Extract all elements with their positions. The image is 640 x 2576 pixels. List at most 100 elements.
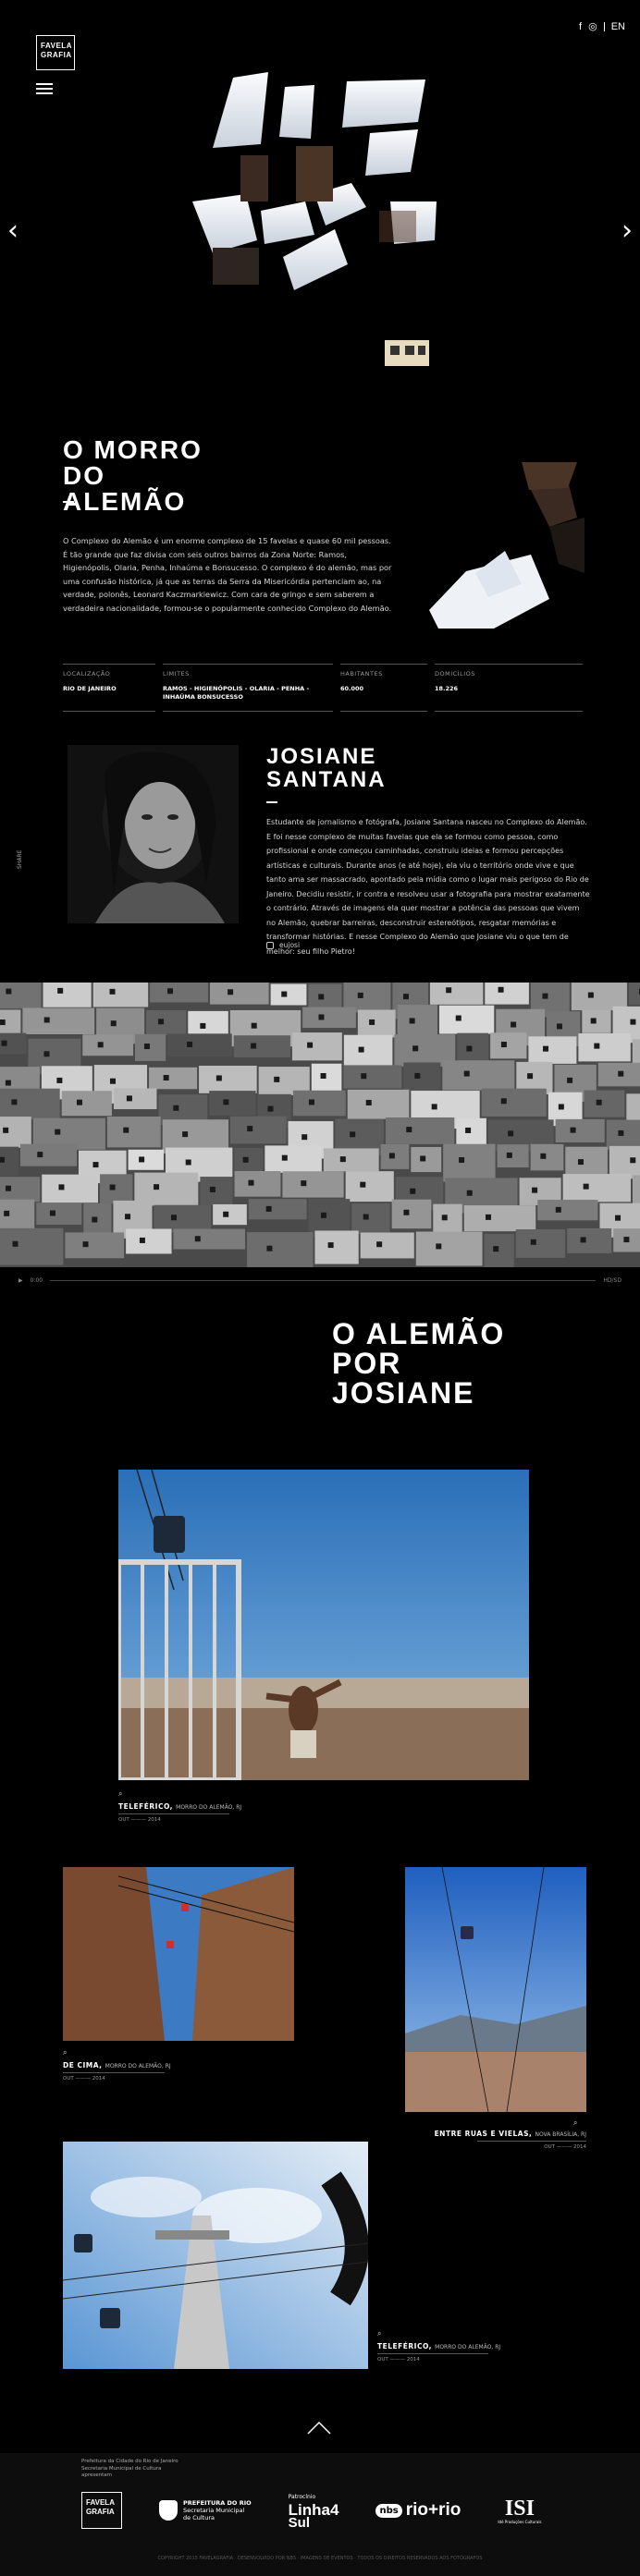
prefeitura-logo[interactable]: PREFEITURA DO RIO Secretaria Municipal d…	[159, 2499, 252, 2521]
zoom-icon[interactable]: ⌕	[118, 1789, 122, 1799]
gallery-photo-1[interactable]	[118, 1470, 529, 1780]
nbs-riorio-logo[interactable]: nbs rio+rio	[375, 2500, 461, 2521]
photographer-portrait	[68, 745, 239, 923]
favela-panorama-video[interactable]	[0, 983, 640, 1267]
sponsor-text: Secretaria Municipal	[183, 2507, 245, 2514]
section-title-morro: O MORRO DO ALEMÃO	[63, 437, 203, 515]
caption-place: MORRO DO ALEMÃO, RJ	[176, 1804, 242, 1811]
zoom-icon[interactable]: ⌕	[63, 2048, 67, 2057]
fact-label: DOMICÍLIOS	[435, 670, 475, 678]
title-line: JOSIANE	[332, 1376, 475, 1410]
sponsor-text: Sul	[288, 2515, 310, 2531]
language-toggle[interactable]: EN	[611, 21, 625, 32]
fact-label: LOCALIZAÇÃO	[63, 670, 111, 678]
footer-favelagrafia-logo[interactable]: FAVELA GRAFIA	[81, 2492, 122, 2529]
title-line: O MORRO	[63, 435, 203, 464]
logo-line2: GRAFIA	[41, 51, 72, 59]
caption-date: OUT ——— 2014	[118, 1817, 161, 1823]
sponsor-text: PREFEITURA DO RIO	[183, 2499, 252, 2507]
title-dash	[63, 501, 74, 503]
caption-place: NOVA BRASÍLIA, RJ	[535, 2131, 586, 2138]
fact-households: DOMICÍLIOS 18.226	[435, 664, 583, 712]
photographer-name: JOSIANE SANTANA	[266, 745, 387, 791]
logo-line1: FAVELA	[86, 2498, 115, 2507]
credit-line: apresentam	[81, 2472, 113, 2478]
title-line: ALEMÃO	[63, 487, 187, 516]
site-logo[interactable]: FAVELA GRAFIA	[36, 35, 75, 70]
play-icon[interactable]: ▶	[18, 1277, 23, 1284]
fact-location: LOCALIZAÇÃO RIO DE JANEIRO	[63, 664, 155, 712]
caption-date: OUT ——— 2014	[544, 2144, 586, 2150]
fact-label: HABITANTES	[340, 670, 383, 678]
photo-caption: ENTRE RUAS E VIELAS, NOVA BRASÍLIA, RJ	[435, 2130, 586, 2138]
morro-description: O Complexo do Alemão é um enorme complex…	[63, 536, 392, 613]
photo-caption: TELEFÉRICO, MORRO DO ALEMÃO, RJ	[118, 1802, 241, 1811]
video-controls: ▶ 0:00 HD/SD	[0, 1274, 640, 1287]
instagram-handle: eujosi	[279, 941, 301, 949]
caption-date: OUT ——— 2014	[63, 2076, 105, 2082]
title-line: O ALEMÃO	[332, 1317, 506, 1350]
sponsor-text: ISI	[504, 2496, 535, 2521]
photographer-bio: Estudante de jornalismo e fotógrafa, Jos…	[266, 818, 590, 956]
credit-line: Secretaria Municipal de Cultura	[81, 2465, 162, 2472]
back-to-top-icon[interactable]	[307, 2422, 331, 2435]
caption-title: ENTRE RUAS E VIELAS,	[434, 2130, 533, 2138]
name-line: SANTANA	[266, 767, 387, 792]
sponsor-text: nbs	[375, 2503, 402, 2518]
caption-place: MORRO DO ALEMÃO, RJ	[105, 2063, 171, 2069]
caption-date: OUT ——— 2014	[377, 2357, 420, 2362]
fact-value: 60.000	[340, 685, 364, 692]
caption-line	[63, 2072, 165, 2073]
title-line: DO	[63, 461, 105, 490]
fact-limits: LIMITES RAMOS - HIGIENÓPOLIS - OLARIA - …	[163, 664, 333, 712]
social-links: f ◎ EN	[579, 20, 625, 33]
fact-value: 18.226	[435, 685, 459, 692]
credit-line: Prefeitura da Cidade do Rio de Janeiro	[81, 2459, 178, 2464]
caption-title: TELEFÉRICO,	[377, 2342, 433, 2350]
caption-place: MORRO DO ALEMÃO, RJ	[435, 2344, 501, 2350]
gallery-photo-2[interactable]	[63, 1867, 294, 2041]
footer-credits: Prefeitura da Cidade do Rio de Janeiro S…	[81, 2459, 178, 2480]
instagram-icon[interactable]: ◎	[588, 20, 597, 32]
linha4-logo[interactable]: Patrocínio Linha4 Sul	[289, 2491, 339, 2530]
quality-toggle[interactable]: HD/SD	[603, 1277, 622, 1284]
isi-logo[interactable]: ISI Idé Produções Culturais	[498, 2497, 541, 2524]
divider	[603, 21, 605, 31]
name-dash	[266, 801, 277, 803]
caption-line	[118, 1813, 229, 1814]
fact-label: LIMITES	[163, 670, 190, 678]
fact-value: RAMOS - HIGIENÓPOLIS - OLARIA - PENHA - …	[163, 685, 310, 701]
title-line: POR	[332, 1347, 402, 1380]
morro-image	[420, 462, 586, 633]
footer-logos: FAVELA GRAFIA PREFEITURA DO RIO Secretar…	[81, 2491, 542, 2530]
caption-line	[377, 2353, 488, 2354]
photo-caption: TELEFÉRICO, MORRO DO ALEMÃO, RJ	[377, 2342, 500, 2350]
hero-next-arrow[interactable]: ›	[622, 214, 633, 247]
caption-line	[477, 2141, 586, 2142]
facebook-icon[interactable]: f	[579, 21, 582, 32]
logo-line1: FAVELA	[41, 42, 72, 50]
zoom-icon[interactable]: ⌕	[573, 2118, 577, 2128]
instagram-link[interactable]: eujosi	[266, 941, 300, 949]
hero-collage-image	[176, 72, 453, 372]
caption-title: TELEFÉRICO,	[118, 1802, 174, 1811]
fact-inhabitants: HABITANTES 60.000	[340, 664, 427, 712]
instagram-icon	[266, 941, 274, 949]
copyright: COPYRIGHT 2015 FAVELAGRAFIA · DESENVOLVI…	[157, 2556, 483, 2561]
share-label[interactable]: SHARE	[17, 850, 23, 869]
gallery-photo-4[interactable]	[63, 2142, 368, 2369]
video-progress[interactable]	[50, 1279, 597, 1281]
facts-table: LOCALIZAÇÃO RIO DE JANEIRO LIMITES RAMOS…	[63, 664, 588, 712]
fact-value: RIO DE JANEIRO	[63, 685, 117, 692]
menu-icon[interactable]	[36, 83, 53, 94]
photo-caption: DE CIMA, MORRO DO ALEMÃO, RJ	[63, 2061, 171, 2069]
gallery-photo-3[interactable]	[405, 1867, 586, 2112]
sponsor-text: Idé Produções Culturais	[498, 2519, 542, 2524]
prefeitura-crest-icon	[159, 2500, 178, 2521]
caption-title: DE CIMA,	[63, 2061, 103, 2069]
gallery-title: O ALEMÃO POR JOSIANE	[332, 1319, 505, 1408]
hero-prev-arrow[interactable]: ‹	[7, 214, 18, 247]
video-time: 0:00	[30, 1276, 43, 1284]
logo-line2: GRAFIA	[86, 2508, 115, 2516]
zoom-icon[interactable]: ⌕	[377, 2329, 381, 2338]
